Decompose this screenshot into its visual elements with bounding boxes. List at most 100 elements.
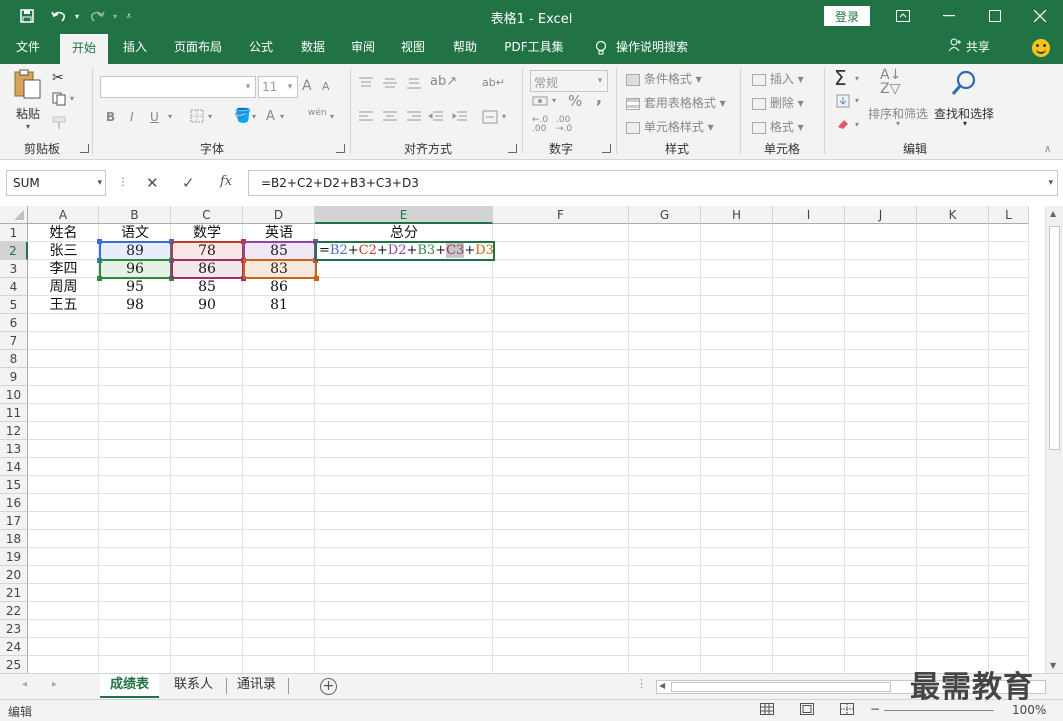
sheet-tab-contacts[interactable]: 联系人 [164,674,223,698]
conditional-format-button[interactable]: 条件格式 ▾ [626,70,702,87]
zoom-slider[interactable] [884,710,994,711]
align-middle-icon[interactable] [382,76,398,93]
sheet-tab-address-book[interactable]: 通讯录 [227,674,286,698]
autosum-dropdown-icon[interactable]: ▾ [855,74,859,83]
clear-icon[interactable] [836,118,850,133]
cell-d5[interactable]: 81 [243,296,315,314]
scroll-up-icon[interactable]: ▲ [1050,209,1056,218]
row-header-4[interactable]: 4 [0,278,28,296]
cell-a3[interactable]: 李四 [28,260,99,278]
paste-button[interactable]: 粘贴 ▾ [12,68,44,131]
ribbon-display-options-icon[interactable] [880,0,926,32]
row-header-7[interactable]: 7 [0,332,28,350]
sort-filter-dropdown-icon[interactable]: ▾ [896,119,900,128]
increase-indent-icon[interactable] [452,110,468,127]
border-dropdown-icon[interactable]: ▾ [208,112,212,121]
row-header-9[interactable]: 9 [0,368,28,386]
tab-home[interactable]: 开始 [60,32,108,64]
sort-filter-icon[interactable]: A↓ Z▽ [880,68,901,96]
split-handle-icon[interactable]: ⋮ [636,677,647,690]
row-header-2[interactable]: 2 [0,242,28,260]
row-header-1[interactable]: 1 [0,224,28,242]
cell-a2[interactable]: 张三 [28,242,99,260]
underline-button[interactable]: U [150,110,159,124]
align-left-icon[interactable] [358,110,374,127]
cell-a5[interactable]: 王五 [28,296,99,314]
cell-styles-button[interactable]: 单元格样式 ▾ [626,118,714,135]
row-header-19[interactable]: 19 [0,548,28,566]
tab-page-layout[interactable]: 页面布局 [164,32,232,64]
collapse-ribbon-icon[interactable]: ∧ [1044,144,1051,155]
row-header-17[interactable]: 17 [0,512,28,530]
cell-a4[interactable]: 周周 [28,278,99,296]
increase-decimal-icon[interactable]: ←.0.00 [532,116,548,134]
tab-data[interactable]: 数据 [290,32,336,64]
close-icon[interactable] [1017,0,1063,32]
ref-highlight-b2[interactable] [97,239,174,263]
row-header-24[interactable]: 24 [0,638,28,656]
column-header-j[interactable]: J [845,206,917,224]
undo-dropdown-icon[interactable]: ▾ [66,6,88,26]
maximize-icon[interactable] [972,0,1018,32]
row-header-21[interactable]: 21 [0,584,28,602]
fill-dropdown-icon[interactable]: ▾ [855,96,859,105]
decrease-indent-icon[interactable] [428,110,444,127]
row-header-23[interactable]: 23 [0,620,28,638]
comma-button[interactable]: , [596,88,602,107]
minimize-icon[interactable] [926,0,972,32]
autosum-icon[interactable]: Σ [834,66,847,90]
name-box[interactable]: SUM ▾ [6,170,106,196]
cell-c5[interactable]: 90 [171,296,243,314]
insert-function-icon[interactable]: fx [220,174,232,189]
copy-dropdown-icon[interactable]: ▾ [70,94,74,103]
column-header-a[interactable]: A [28,206,99,224]
column-header-f[interactable]: F [493,206,629,224]
ref-highlight-c3[interactable] [171,259,246,281]
accounting-dropdown-icon[interactable]: ▾ [552,96,556,105]
column-header-c[interactable]: C [171,206,243,224]
format-painter-icon[interactable] [52,116,68,133]
tab-review[interactable]: 审阅 [340,32,386,64]
border-icon[interactable] [190,109,204,126]
column-header-l[interactable]: L [989,206,1029,224]
smiley-feedback-icon[interactable] [1032,39,1050,57]
formula-input[interactable]: =B2+C2+D2+B3+C3+D3 ▾ [248,170,1058,196]
orientation-icon[interactable]: ab↗ [430,74,457,89]
vertical-scrollbar[interactable]: ▲ ▼ [1045,206,1063,673]
tab-insert[interactable]: 插入 [112,32,158,64]
select-all-button[interactable] [0,206,28,224]
login-button[interactable]: 登录 [824,6,870,26]
column-header-g[interactable]: G [629,206,701,224]
font-color-dropdown-icon[interactable]: ▾ [280,112,284,121]
column-header-i[interactable]: I [773,206,845,224]
align-right-icon[interactable] [406,110,422,127]
find-select-dropdown-icon[interactable]: ▾ [963,119,967,128]
fill-color-icon[interactable]: 🪣 [234,108,251,124]
row-header-14[interactable]: 14 [0,458,28,476]
row-header-18[interactable]: 18 [0,530,28,548]
merge-center-icon[interactable] [482,110,498,127]
column-header-d[interactable]: D [243,206,315,224]
clear-dropdown-icon[interactable]: ▾ [855,120,859,129]
phonetic-dropdown-icon[interactable]: ▾ [330,112,334,121]
row-header-5[interactable]: 5 [0,296,28,314]
vertical-scroll-thumb[interactable] [1049,226,1060,450]
italic-button[interactable]: I [130,110,134,124]
merge-dropdown-icon[interactable]: ▾ [502,112,506,121]
tab-help[interactable]: 帮助 [442,32,488,64]
scroll-left-icon[interactable]: ◀ [659,681,665,690]
align-center-icon[interactable] [382,110,398,127]
delete-cells-button[interactable]: 删除 ▾ [752,94,804,111]
customize-toolbar-icon[interactable]: ⩡ [118,6,140,26]
cell-e1[interactable]: 总分 [315,224,493,242]
row-header-25[interactable]: 25 [0,656,28,673]
active-cell-editor[interactable]: =B2+C2+D2+B3+C3+D3 [315,241,495,261]
font-name-box[interactable]: ▾ [100,76,256,98]
underline-dropdown-icon[interactable]: ▾ [168,112,172,121]
shrink-font-icon[interactable]: A [322,80,330,93]
zoom-out-icon[interactable]: − [870,702,880,716]
align-top-icon[interactable] [358,76,374,93]
cell-b1[interactable]: 语文 [99,224,171,242]
fill-color-dropdown-icon[interactable]: ▾ [252,112,256,121]
share-button[interactable]: 共享 [948,32,990,64]
